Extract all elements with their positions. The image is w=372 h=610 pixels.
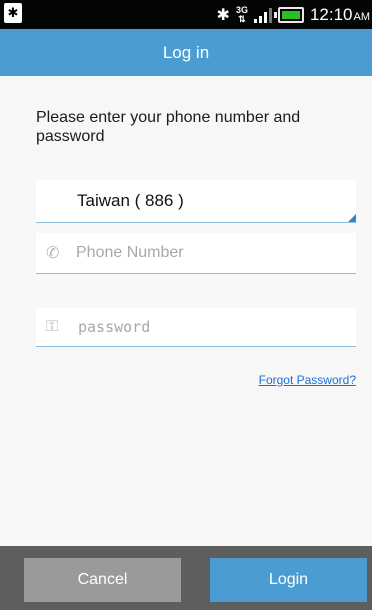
network-type-label: 3G [235,4,248,15]
login-form: Please enter your phone number and passw… [0,76,372,546]
page-title: Log in [0,29,372,76]
password-input[interactable] [78,308,348,346]
forgot-password-link[interactable]: Forgot Password? [259,373,356,387]
key-icon: ⚿ [46,318,59,335]
clock-ampm: AM [353,10,371,23]
status-icons: ✱ 3G ⇅ 12:10AM [217,0,370,29]
phone-number-input[interactable] [76,233,346,273]
status-time: 12:10AM [310,5,370,25]
country-selector[interactable]: Taiwan ( 886 ) [36,180,356,223]
bluetooth-badge-icon: ✱ [4,3,22,23]
phone-number-field[interactable]: ✆ [36,233,356,274]
cancel-button[interactable]: Cancel [24,558,181,602]
phone-icon: ✆ [46,245,60,262]
clock-time: 12:10 [309,4,353,24]
dropdown-corner-icon [348,214,356,222]
action-bar: Cancel Login [0,546,372,610]
signal-strength-icon [253,7,272,23]
battery-icon [273,6,304,23]
network-3g-icon: 3G ⇅ [235,4,248,24]
password-field[interactable]: ⚿ [36,308,356,347]
country-selector-value: Taiwan ( 886 ) [77,191,184,210]
bluetooth-icon: ✱ [216,6,230,24]
login-instructions: Please enter your phone number and passw… [36,109,301,145]
login-button[interactable]: Login [210,558,367,602]
status-bar: ✱ ✱ 3G ⇅ 12:10AM [0,0,372,29]
